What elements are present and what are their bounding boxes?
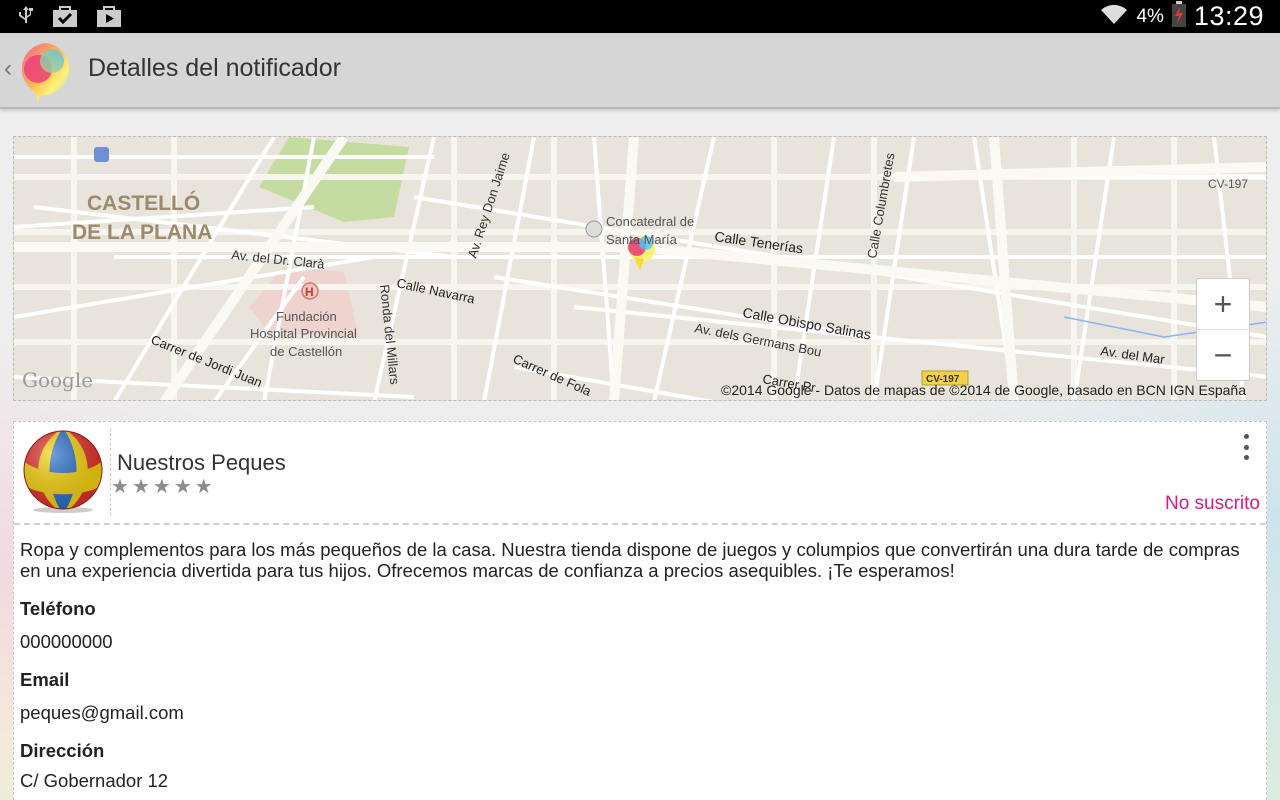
map-label-cv197: CV-197 — [1208, 177, 1248, 191]
action-bar: ‹ Detalles del notificador — [0, 33, 1280, 109]
zoom-controls: + − — [1196, 278, 1250, 381]
address-value[interactable]: C/ Gobernador 12 — [20, 770, 168, 792]
usb-icon — [18, 5, 34, 32]
zoom-in-button[interactable]: + — [1197, 279, 1249, 329]
svg-text:H: H — [305, 285, 314, 299]
subscription-status[interactable]: No suscrito — [1165, 493, 1260, 515]
star-icon: ★ — [111, 476, 129, 498]
star-icon: ★ — [173, 476, 192, 498]
star-icon: ★ — [194, 476, 213, 498]
wifi-icon — [1100, 2, 1128, 31]
notifier-name: Nuestros Peques — [117, 450, 286, 475]
map-label-city: CASTELLÓ — [87, 191, 200, 215]
map-copyright: ©2014 Google - Datos de mapas de ©2014 d… — [721, 382, 1246, 398]
back-caret-icon: ‹ — [4, 55, 12, 82]
address-label: Dirección — [20, 740, 105, 761]
battery-charging-icon — [1171, 1, 1186, 32]
up-navigation-button[interactable]: ‹ — [0, 33, 80, 107]
map-label-fundacion-2: Hospital Provincial — [250, 326, 357, 341]
zoom-out-button[interactable]: − — [1197, 329, 1249, 380]
star-icon: ★ — [152, 476, 171, 498]
star-icon: ★ — [131, 476, 150, 498]
app-logo-icon — [16, 39, 74, 108]
clock: 13:29 — [1193, 1, 1264, 31]
overflow-menu-icon[interactable] — [1240, 434, 1252, 460]
email-value[interactable]: peques@gmail.com — [20, 702, 184, 724]
notifier-description: Ropa y complementos para los más pequeño… — [20, 539, 1240, 581]
map-label-concatedral-2: Santa María — [606, 232, 678, 247]
phone-value[interactable]: 000000000 — [20, 631, 113, 653]
notifier-card: Nuestros Peques ★ ★ ★ ★ ★ No suscrito Ro… — [13, 421, 1267, 800]
play-store-icon — [96, 4, 122, 33]
church-marker-icon — [585, 220, 603, 238]
status-bar: 4% 13:29 — [0, 0, 1280, 33]
map-label-fundacion-3: de Castellón — [270, 344, 342, 359]
transit-marker-icon — [94, 147, 109, 162]
bag-check-icon — [52, 4, 78, 33]
page-title: Detalles del notificador — [88, 54, 341, 82]
map-label-concatedral: Concatedral de — [606, 214, 694, 229]
map-label-fundacion: Fundación — [276, 309, 337, 324]
beach-ball-icon — [23, 430, 103, 513]
notifier-header: Nuestros Peques ★ ★ ★ ★ ★ No suscrito — [14, 422, 1266, 525]
avatar — [20, 428, 111, 516]
rating-stars[interactable]: ★ ★ ★ ★ ★ — [111, 477, 213, 497]
map-label-city-2: DE LA PLANA — [72, 221, 212, 244]
phone-label: Teléfono — [20, 598, 96, 619]
google-logo: Google — [22, 368, 94, 392]
email-label: Email — [20, 669, 70, 690]
battery-percent: 4% — [1136, 5, 1164, 27]
notifier-details: Ropa y complementos para los más pequeño… — [20, 539, 1256, 791]
map-view[interactable]: H CASTELLÓ DE LA PLANA Concatedral de Sa… — [13, 136, 1267, 401]
map-graphics: H CASTELLÓ DE LA PLANA Concatedral de Sa… — [14, 137, 1266, 400]
